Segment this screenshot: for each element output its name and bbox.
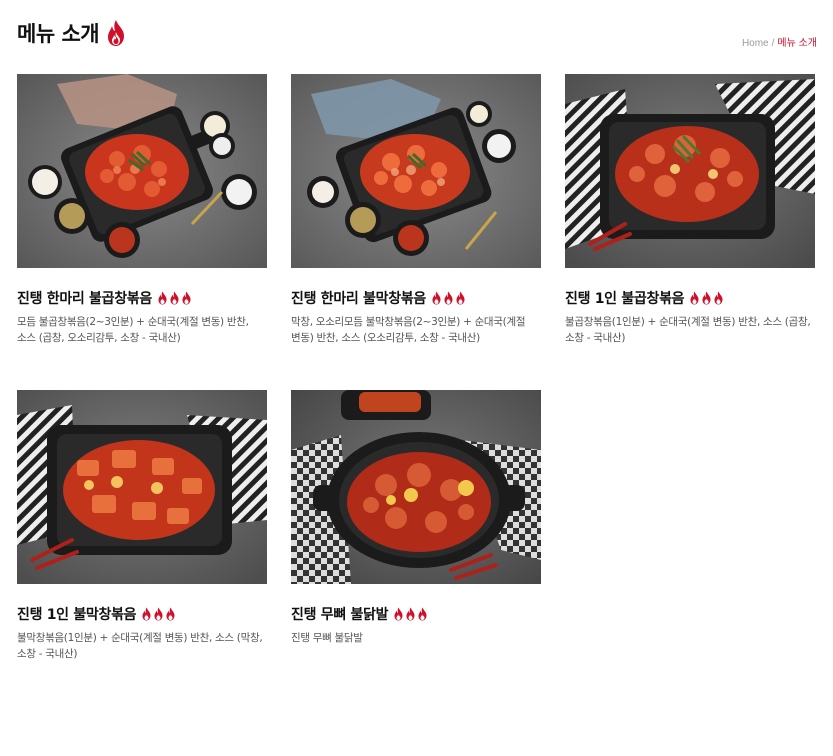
spice-level [393, 607, 428, 621]
spice-level [689, 291, 724, 305]
flame-icon [182, 291, 191, 305]
menu-name-row[interactable]: 진탱 한마리 불막창볶음 [291, 288, 541, 308]
flame-icon [154, 607, 163, 621]
page-title: 메뉴 소개 [17, 22, 100, 46]
breadcrumb: Home / 메뉴 소개 [742, 34, 817, 49]
menu-name[interactable]: 진탱 한마리 불막창볶음 [291, 288, 426, 308]
menu-card[interactable]: 진탱 무뼈 불닭발 진탱 무뼈 불닭발 [291, 390, 541, 646]
flame-icon [690, 291, 699, 305]
flame-icon [714, 291, 723, 305]
menu-card[interactable]: 진탱 한마리 불막창볶음 막창, 오소리모듬 불막창볶음(2~3인분) + 순대… [291, 74, 541, 346]
menu-photo[interactable] [565, 74, 815, 268]
flame-icon [444, 291, 453, 305]
flame-icon [456, 291, 465, 305]
flame-icon [142, 607, 151, 621]
menu-description: 모듬 불곱창볶음(2~3인분) + 순대국(계절 변동) 반찬, 소스 (곱창,… [17, 316, 249, 344]
menu-name-row[interactable]: 진탱 1인 불막창볶음 [17, 604, 267, 624]
spice-level [431, 291, 466, 305]
flame-icon [108, 20, 125, 46]
menu-description: 불곱창볶음(1인분) + 순대국(계절 변동) 반찬, 소스 (곱창, 소창 -… [565, 316, 811, 344]
menu-name-row[interactable]: 진탱 무뼈 불닭발 [291, 604, 541, 624]
spice-level [157, 291, 192, 305]
breadcrumb-separator: / [771, 38, 775, 49]
menu-description: 진탱 무뼈 불닭발 [291, 632, 363, 644]
menu-name[interactable]: 진탱 한마리 불곱창볶음 [17, 288, 152, 308]
flame-icon [418, 607, 427, 621]
flame-icon [406, 607, 415, 621]
menu-photo[interactable] [17, 74, 267, 268]
flame-icon [158, 291, 167, 305]
spice-level [141, 607, 176, 621]
menu-card[interactable]: 진탱 1인 불막창볶음 불막창볶음(1인분) + 순대국(계절 변동) 반찬, … [17, 390, 267, 662]
menu-description: 막창, 오소리모듬 불막창볶음(2~3인분) + 순대국(계절 변동) 반찬, … [291, 316, 526, 344]
breadcrumb-home-link[interactable]: Home [742, 38, 769, 49]
flame-icon [170, 291, 179, 305]
menu-description: 불막창볶음(1인분) + 순대국(계절 변동) 반찬, 소스 (막창, 소창 -… [17, 632, 263, 660]
menu-name[interactable]: 진탱 무뼈 불닭발 [291, 604, 389, 624]
breadcrumb-current: 메뉴 소개 [777, 38, 817, 49]
flame-icon [394, 607, 403, 621]
flame-icon [702, 291, 711, 305]
menu-photo[interactable] [291, 74, 541, 268]
menu-name-row[interactable]: 진탱 1인 불곱창볶음 [565, 288, 815, 308]
flame-icon [166, 607, 175, 621]
flame-icon [432, 291, 441, 305]
page-header: 메뉴 소개 Home / 메뉴 소개 [17, 16, 817, 50]
menu-card[interactable]: 진탱 1인 불곱창볶음 불곱창볶음(1인분) + 순대국(계절 변동) 반찬, … [565, 74, 815, 346]
menu-name[interactable]: 진탱 1인 불막창볶음 [17, 604, 137, 624]
menu-name-row[interactable]: 진탱 한마리 불곱창볶음 [17, 288, 267, 308]
menu-name[interactable]: 진탱 1인 불곱창볶음 [565, 288, 685, 308]
page-title-wrap: 메뉴 소개 [17, 18, 127, 48]
menu-photo[interactable] [291, 390, 541, 584]
menu-photo[interactable] [17, 390, 267, 584]
menu-card[interactable]: 진탱 한마리 불곱창볶음 모듬 불곱창볶음(2~3인분) + 순대국(계절 변동… [17, 74, 267, 346]
